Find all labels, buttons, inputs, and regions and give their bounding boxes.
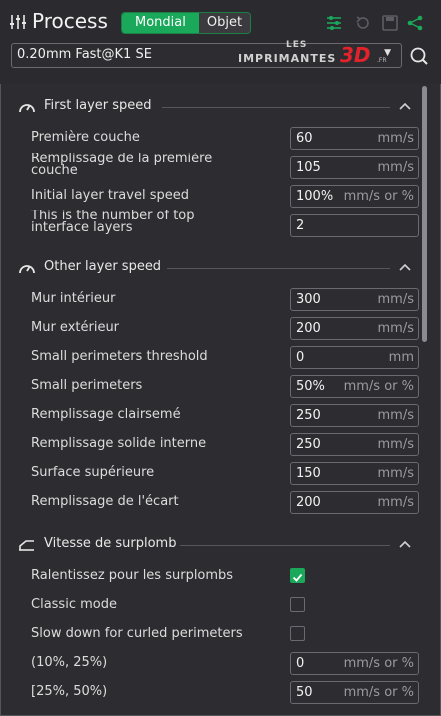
speed-input[interactable]: 150 mm/s: [290, 462, 419, 485]
setting-row: Remplissage clairsemé 250 mm/s: [4, 401, 432, 430]
setting-row: Classic mode: [4, 591, 432, 620]
setting-row: Mur intérieur 300 mm/s: [4, 285, 432, 314]
section-divider: [162, 107, 390, 108]
undo-icon[interactable]: [354, 14, 372, 32]
speed-input[interactable]: 50 mm/s or %: [290, 681, 419, 704]
section-divider: [180, 545, 390, 546]
speed-input[interactable]: 200 mm/s: [290, 491, 419, 514]
settings-list-icon[interactable]: [325, 14, 343, 32]
save-icon[interactable]: [381, 14, 399, 32]
speed-input[interactable]: 250 mm/s: [290, 404, 419, 427]
process-header: Process Mondial Objet 0.20mm Fast@K1 SE …: [0, 0, 441, 84]
speed-input[interactable]: 300 mm/s: [290, 288, 419, 311]
scrollbar-thumb[interactable]: [422, 86, 427, 342]
speed-input[interactable]: 250 mm/s: [290, 433, 419, 456]
setting-row: Remplissage de la première couche 105 mm…: [4, 153, 432, 182]
panel-title: Process: [32, 9, 108, 33]
check-icon: [292, 573, 303, 582]
chevron-up-icon[interactable]: [398, 537, 412, 551]
curled-perimeters-checkbox[interactable]: [290, 626, 305, 641]
setting-row: Slow down for curled perimeters: [4, 620, 432, 649]
mode-toggle: Mondial Objet: [121, 12, 252, 34]
speed-input[interactable]: 0 mm/s or %: [290, 652, 419, 675]
setting-row: Remplissage de l'écart 200 mm/s: [4, 488, 432, 517]
setting-row: Small perimeters 50% mm/s or %: [4, 372, 432, 401]
classic-mode-checkbox[interactable]: [290, 597, 305, 612]
chevron-down-icon: ▼: [384, 48, 391, 58]
setting-row: Surface supérieure 150 mm/s: [4, 459, 432, 488]
chevron-up-icon[interactable]: [398, 260, 412, 274]
preset-dropdown[interactable]: 0.20mm Fast@K1 SE LES IMPRIMANTES 3D .FR…: [11, 40, 402, 68]
sliders-icon: [10, 15, 26, 29]
compare-icon[interactable]: [406, 14, 424, 32]
section-title: First layer speed: [44, 98, 152, 113]
setting-row: Première couche 60 mm/s: [4, 124, 432, 153]
speedometer-icon: [19, 265, 35, 274]
threshold-input[interactable]: 0 mm: [290, 346, 419, 369]
layers-input[interactable]: 2: [290, 214, 419, 237]
setting-row: This is the number of top interface laye…: [4, 210, 432, 240]
speed-input[interactable]: 105 mm/s: [290, 156, 419, 179]
tab-objet[interactable]: Objet: [198, 13, 251, 33]
section-other-layer-speed[interactable]: Other layer speed: [4, 254, 432, 282]
speed-input[interactable]: 60 mm/s: [290, 127, 419, 150]
setting-row: (10%, 25%) 0 mm/s or %: [4, 649, 432, 678]
speed-input[interactable]: 50% mm/s or %: [290, 375, 419, 398]
overhang-slowdown-checkbox[interactable]: [290, 568, 305, 583]
setting-row: Remplissage solide interne 250 mm/s: [4, 430, 432, 459]
tab-mondial[interactable]: Mondial: [122, 13, 199, 33]
watermark-logo: LES IMPRIMANTES 3D .FR: [238, 40, 387, 67]
section-title: Other layer speed: [44, 259, 162, 274]
setting-row: Initial layer travel speed 100% mm/s or …: [4, 182, 432, 211]
preset-value: 0.20mm Fast@K1 SE: [17, 47, 152, 62]
overhang-icon: [19, 540, 34, 551]
speed-input[interactable]: 200 mm/s: [290, 317, 419, 340]
settings-content: First layer speed Première couche 60 mm/…: [4, 84, 432, 716]
setting-row: Mur extérieur 200 mm/s: [4, 314, 432, 343]
section-first-layer-speed[interactable]: First layer speed: [4, 93, 432, 121]
chevron-up-icon[interactable]: [398, 99, 412, 113]
search-icon[interactable]: [409, 46, 429, 66]
setting-row: [25%, 50%) 50 mm/s or %: [4, 678, 432, 707]
speed-input[interactable]: 100% mm/s or %: [290, 185, 419, 208]
section-divider: [167, 268, 390, 269]
speedometer-icon: [19, 104, 35, 113]
section-title: Vitesse de surplomb: [44, 536, 177, 551]
setting-row: Ralentissez pour les surplombs: [4, 562, 432, 591]
setting-row: Small perimeters threshold 0 mm: [4, 343, 432, 372]
section-overhang-speed[interactable]: Vitesse de surplomb: [4, 531, 432, 559]
